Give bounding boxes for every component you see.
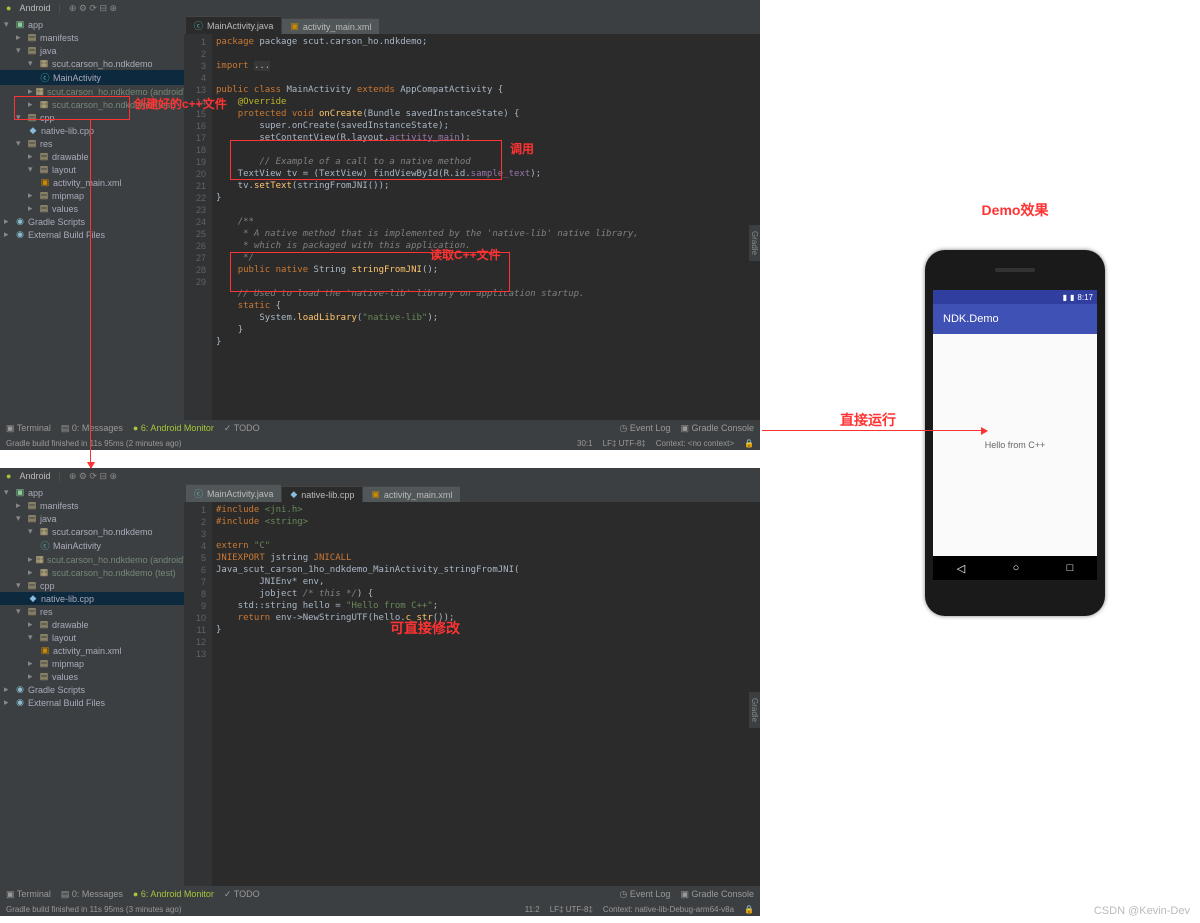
project-tree[interactable]: ▾▣app ▸▤manifests ▾▤java ▾▦scut.carson_h… — [0, 16, 184, 420]
toolbar-icons[interactable]: ⊕ ⚙ ⟳ ⊟ ⊕ — [69, 3, 117, 14]
android-icon: ● — [6, 471, 11, 481]
build-status-2: Gradle build finished in 11s 95ms (3 min… — [6, 905, 182, 914]
watermark: CSDN @Kevin-Dev — [1094, 905, 1190, 917]
code-content-2[interactable]: #include <jni.h> #include <string> exter… — [212, 502, 760, 886]
todo-button[interactable]: TODO — [234, 423, 260, 433]
tab-main-activity[interactable]: ⓒMainActivity.java — [186, 16, 281, 34]
tab-activity-main-xml[interactable]: ▣activity_main.xml — [363, 486, 460, 502]
tree-main-activity[interactable]: MainActivity — [53, 73, 101, 83]
code-editor-2[interactable]: 1 2 3 4 5 6 7 8 9 10 11 12 13 #include <… — [184, 502, 760, 886]
annotation-call: 调用 — [510, 140, 534, 157]
toolbar-icons[interactable]: ⊕ ⚙ ⟳ ⊟ ⊕ — [69, 471, 117, 482]
phone-nav-bar: ◁ ○ □ — [933, 556, 1097, 580]
tab-main-activity[interactable]: ⓒMainActivity.java — [186, 484, 281, 502]
phone-app-bar: NDK.Demo — [933, 304, 1097, 334]
phone-app-title: NDK.Demo — [943, 313, 999, 325]
view-toolbar[interactable]: ● Android | ⊕ ⚙ ⟳ ⊟ ⊕ — [0, 0, 760, 16]
gradle-console-button[interactable]: Gradle Console — [691, 423, 754, 433]
phone-status-bar: ▮ ▮ 8:17 — [933, 290, 1097, 304]
gradle-side-tab-2[interactable]: Gradle — [749, 692, 760, 728]
signal-icon: ▮ — [1063, 293, 1067, 302]
annotation-can-modify: 可直接修改 — [390, 618, 460, 638]
nav-home-icon[interactable]: ○ — [1013, 562, 1020, 574]
nav-back-icon[interactable]: ◁ — [957, 562, 965, 575]
annotation-read-cpp: 读取C++文件 — [430, 246, 501, 263]
code-content[interactable]: package package scut.carson_ho.ndkdemo; … — [212, 34, 760, 420]
gutter: 1 2 3 4 13 14 15 16 17 18 19 20 21 22 23… — [184, 34, 212, 420]
project-tree-2[interactable]: ▾▣app ▸▤manifests ▾▤java ▾▦scut.carson_h… — [0, 484, 184, 886]
terminal-button[interactable]: Terminal — [17, 423, 51, 433]
editor-tabs[interactable]: ⓒMainActivity.java ▣activity_main.xml — [184, 16, 760, 34]
editor-tabs-2[interactable]: ⓒMainActivity.java ◆native-lib.cpp ▣acti… — [184, 484, 760, 502]
tree-native-lib-selected[interactable]: native-lib.cpp — [41, 594, 94, 604]
phone-time: 8:17 — [1077, 293, 1093, 302]
tab-activity-main-xml[interactable]: ▣activity_main.xml — [282, 18, 379, 34]
gutter-2: 1 2 3 4 5 6 7 8 9 10 11 12 13 — [184, 502, 212, 886]
view-mode[interactable]: Android — [19, 3, 50, 13]
android-icon: ● — [6, 3, 11, 13]
tree-native-lib[interactable]: native-lib.cpp — [41, 126, 94, 136]
phone-content: Hello from C++ — [933, 334, 1097, 556]
arrow-down — [90, 120, 91, 468]
code-editor[interactable]: 1 2 3 4 13 14 15 16 17 18 19 20 21 22 23… — [184, 34, 760, 420]
annotation-run-directly: 直接运行 — [840, 410, 896, 430]
view-toolbar-2[interactable]: ● Android | ⊕ ⚙ ⟳ ⊟ ⊕ — [0, 468, 760, 484]
phone-hello-text: Hello from C++ — [985, 440, 1046, 450]
phone-mockup: ▮ ▮ 8:17 NDK.Demo Hello from C++ ◁ ○ □ — [925, 250, 1105, 616]
status-bar[interactable]: ▣ Terminal ▤ 0: Messages ● 6: Android Mo… — [0, 420, 760, 436]
arrow-right — [762, 430, 987, 431]
nav-recent-icon[interactable]: □ — [1067, 562, 1074, 574]
build-status: Gradle build finished in 11s 95ms (2 min… — [6, 439, 182, 448]
android-monitor-button[interactable]: 6: Android Monitor — [141, 423, 214, 433]
tree-cpp-folder[interactable]: cpp — [40, 113, 55, 123]
battery-icon: ▮ — [1070, 293, 1074, 302]
view-mode[interactable]: Android — [19, 471, 50, 481]
event-log-button[interactable]: Event Log — [630, 423, 671, 433]
messages-button[interactable]: 0: Messages — [72, 423, 123, 433]
demo-result-title: Demo效果 — [860, 200, 1170, 220]
annotation-created-cpp: 创建好的c++文件 — [134, 95, 227, 112]
tab-native-lib[interactable]: ◆native-lib.cpp — [282, 486, 362, 502]
status-bar-2[interactable]: ▣ Terminal ▤ 0: Messages ● 6: Android Mo… — [0, 886, 760, 902]
gradle-side-tab[interactable]: Gradle — [749, 225, 760, 261]
